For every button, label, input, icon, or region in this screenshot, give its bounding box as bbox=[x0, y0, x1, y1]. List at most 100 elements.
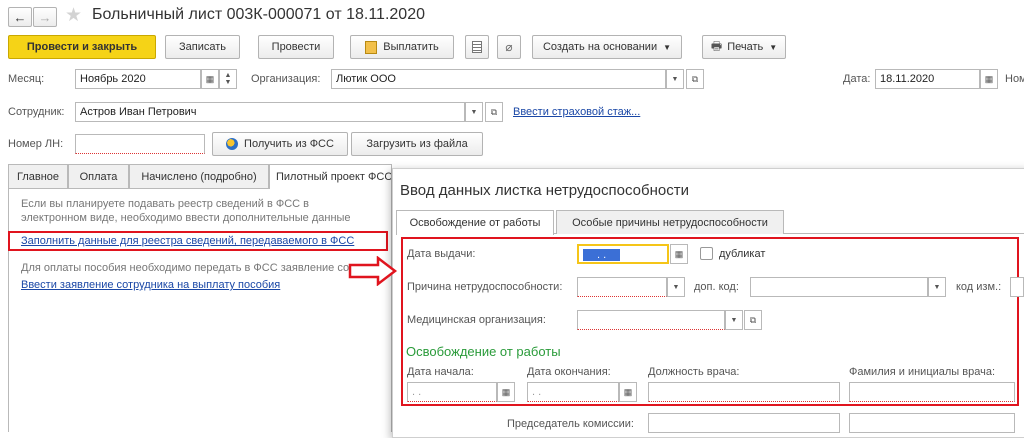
change-code-field[interactable] bbox=[1010, 277, 1024, 297]
chevron-down-icon: ▼ bbox=[933, 283, 941, 291]
post-and-close-button[interactable]: Провести и закрыть bbox=[8, 35, 156, 59]
pay-icon bbox=[365, 40, 378, 54]
pointer-arrow-icon bbox=[348, 256, 398, 286]
star-icon[interactable]: ★ bbox=[65, 4, 82, 27]
add-code-field[interactable] bbox=[750, 277, 928, 297]
employee-dropdown-button[interactable]: ▼ bbox=[465, 102, 483, 122]
add-code-dropdown-button[interactable]: ▼ bbox=[928, 277, 946, 297]
month-label: Месяц: bbox=[8, 73, 45, 85]
dialog-tab-special-reasons[interactable]: Особые причины нетрудоспособности bbox=[556, 210, 784, 234]
end-date-calendar-button[interactable]: ▦ bbox=[619, 382, 637, 402]
employee-open-button[interactable]: ⧉ bbox=[485, 102, 503, 122]
ln-number-field[interactable] bbox=[75, 134, 205, 154]
back-button[interactable]: ← bbox=[8, 7, 32, 27]
duplicate-checkbox[interactable] bbox=[700, 247, 713, 260]
change-code-label: код изм.: bbox=[956, 281, 1002, 293]
tab-payment[interactable]: Оплата bbox=[68, 164, 129, 188]
arrow-left-icon: ← bbox=[13, 9, 27, 25]
up-icon: ▲ bbox=[224, 72, 232, 79]
open-icon: ⧉ bbox=[490, 106, 498, 117]
chairman-name-field[interactable] bbox=[849, 413, 1015, 433]
employee-statement-link[interactable]: Ввести заявление сотрудника на выплату п… bbox=[21, 279, 280, 291]
printer-icon: 🖶 bbox=[710, 38, 723, 53]
reason-field[interactable] bbox=[577, 277, 667, 297]
insurance-experience-link[interactable]: Ввести страховой стаж... bbox=[513, 106, 640, 118]
add-code-label: доп. код: bbox=[694, 281, 739, 293]
doctor-position-label: Должность врача: bbox=[648, 366, 740, 378]
calendar-icon: ▦ bbox=[623, 386, 633, 397]
issue-date-field[interactable]: . . bbox=[577, 244, 669, 264]
date-field[interactable]: 18.11.2020 bbox=[875, 69, 980, 89]
list-icon bbox=[472, 41, 482, 53]
doctor-name-field[interactable] bbox=[849, 382, 1015, 402]
release-section-title: Освобождение от работы bbox=[406, 344, 561, 359]
employee-label: Сотрудник: bbox=[8, 106, 65, 118]
chevron-down-icon: ▼ bbox=[470, 108, 478, 116]
calendar-icon: ▦ bbox=[205, 73, 215, 84]
open-icon: ⧉ bbox=[691, 73, 699, 84]
document-list-button[interactable] bbox=[465, 35, 489, 59]
chairman-position-field[interactable] bbox=[648, 413, 840, 433]
post-button[interactable]: Провести bbox=[258, 35, 334, 59]
get-from-fss-button[interactable]: Получить из ФСС bbox=[212, 132, 348, 156]
calendar-icon: ▦ bbox=[674, 248, 684, 259]
fss-icon bbox=[226, 138, 239, 150]
organization-field[interactable]: Лютик ООО bbox=[331, 69, 666, 89]
start-date-field[interactable]: . . bbox=[407, 382, 497, 402]
down-icon: ▼ bbox=[224, 79, 232, 86]
month-field[interactable]: Ноябрь 2020 bbox=[75, 69, 201, 89]
organization-open-button[interactable]: ⧉ bbox=[686, 69, 704, 89]
reason-dropdown-button[interactable]: ▼ bbox=[667, 277, 685, 297]
ln-number-label: Номер ЛН: bbox=[8, 138, 64, 150]
issue-date-label: Дата выдачи: bbox=[407, 248, 476, 260]
open-icon: ⧉ bbox=[749, 314, 757, 325]
calendar-button[interactable]: ▦ bbox=[201, 69, 219, 89]
calendar-icon: ▦ bbox=[501, 386, 511, 397]
pay-info-text: Для оплаты пособия необходимо передать в… bbox=[21, 262, 361, 274]
end-date-field[interactable]: . . bbox=[527, 382, 619, 402]
date-calendar-button[interactable]: ▦ bbox=[980, 69, 998, 89]
print-button[interactable]: 🖶 Печать ▼ bbox=[702, 35, 786, 59]
paperclip-icon: ⌀ bbox=[505, 40, 513, 54]
number-label: Ном bbox=[1005, 73, 1024, 85]
tab-main[interactable]: Главное bbox=[8, 164, 68, 188]
month-stepper[interactable]: ▲ ▼ bbox=[219, 69, 237, 89]
tab-accrued-detailed[interactable]: Начислено (подробно) bbox=[129, 164, 269, 188]
dialog-title: Ввод данных листка нетрудоспособности bbox=[400, 182, 689, 199]
duplicate-label: дубликат bbox=[719, 248, 766, 260]
issue-date-calendar-button[interactable]: ▦ bbox=[670, 244, 688, 264]
create-based-on-button[interactable]: Создать на основании ▼ bbox=[532, 35, 682, 59]
save-button[interactable]: Записать bbox=[165, 35, 240, 59]
chairman-label: Председатель комиссии: bbox=[507, 418, 634, 430]
medical-org-open-button[interactable]: ⧉ bbox=[744, 310, 762, 330]
pilot-info-text: Если вы планируете подавать реестр сведе… bbox=[21, 198, 351, 224]
start-date-calendar-button[interactable]: ▦ bbox=[497, 382, 515, 402]
doctor-name-label: Фамилия и инициалы врача: bbox=[849, 366, 996, 378]
start-date-label: Дата начала: bbox=[407, 366, 474, 378]
pay-button[interactable]: Выплатить bbox=[350, 35, 454, 59]
dialog-tab-release[interactable]: Освобождение от работы bbox=[396, 210, 554, 235]
chevron-down-icon: ▼ bbox=[730, 316, 738, 324]
organization-label: Организация: bbox=[251, 73, 321, 85]
chevron-down-icon: ▼ bbox=[672, 283, 680, 291]
chevron-down-icon: ▼ bbox=[663, 42, 672, 52]
end-date-label: Дата окончания: bbox=[527, 366, 611, 378]
medical-org-dropdown-button[interactable]: ▼ bbox=[725, 310, 743, 330]
load-from-file-button[interactable]: Загрузить из файла bbox=[351, 132, 483, 156]
chevron-down-icon: ▼ bbox=[671, 75, 679, 83]
medical-org-label: Медицинская организация: bbox=[407, 314, 546, 326]
window-title: Больничный лист 003К-000071 от 18.11.202… bbox=[92, 6, 425, 23]
medical-org-field[interactable] bbox=[577, 310, 725, 330]
chevron-down-icon: ▼ bbox=[769, 42, 778, 52]
date-label: Дата: bbox=[843, 73, 871, 85]
attach-button[interactable]: ⌀ bbox=[497, 35, 521, 59]
calendar-icon: ▦ bbox=[984, 73, 994, 84]
employee-field[interactable]: Астров Иван Петрович bbox=[75, 102, 465, 122]
arrow-right-icon: → bbox=[38, 9, 52, 25]
tab-fss-pilot[interactable]: Пилотный проект ФСС bbox=[269, 164, 392, 189]
forward-button[interactable]: → bbox=[33, 7, 57, 27]
fill-registry-data-link[interactable]: Заполнить данные для реестра сведений, п… bbox=[21, 235, 354, 247]
doctor-position-field[interactable] bbox=[648, 382, 840, 402]
reason-label: Причина нетрудоспособности: bbox=[407, 281, 563, 293]
organization-dropdown-button[interactable]: ▼ bbox=[666, 69, 684, 89]
